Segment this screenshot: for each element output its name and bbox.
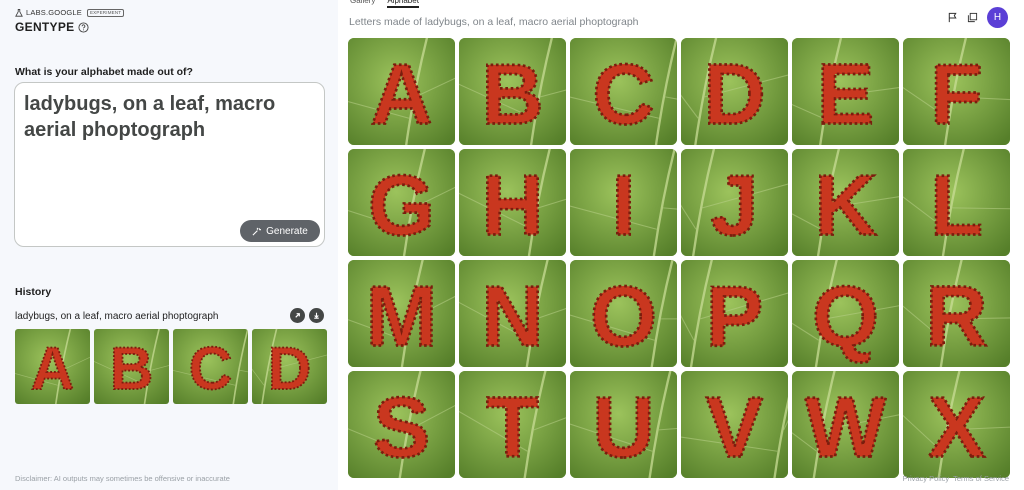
- app-title: GENTYPE: [15, 20, 124, 34]
- letter-tile-h[interactable]: H: [459, 149, 566, 256]
- letter-tile-m[interactable]: M: [348, 260, 455, 367]
- terms-link[interactable]: Terms of Service: [953, 474, 1009, 483]
- history-actions: [290, 308, 324, 323]
- experiment-badge: EXPERIMENT: [86, 8, 125, 17]
- letter-grid: ABCDEF GHIJKL MNOPQR STUVWX: [348, 38, 1010, 478]
- svg-text:A: A: [371, 48, 433, 143]
- labs-line[interactable]: LABS.GOOGLE EXPERIMENT: [15, 8, 125, 17]
- letter-tile-g[interactable]: G: [348, 149, 455, 256]
- labs-link[interactable]: LABS.GOOGLE: [26, 8, 82, 17]
- letter-tile-q[interactable]: Q: [792, 260, 899, 367]
- privacy-link[interactable]: Privacy Policy: [902, 474, 949, 483]
- svg-text:V: V: [706, 381, 763, 476]
- letter-tile-l[interactable]: L: [903, 149, 1010, 256]
- letter-tile-k[interactable]: K: [792, 149, 899, 256]
- letter-tile-j[interactable]: J: [681, 149, 788, 256]
- letter-tile-p[interactable]: P: [681, 260, 788, 367]
- prompt-label: What is your alphabet made out of?: [15, 66, 193, 78]
- svg-text:M: M: [366, 270, 437, 365]
- svg-text:D: D: [704, 48, 766, 143]
- letter-tile-i[interactable]: I: [570, 149, 677, 256]
- sparkle-icon: [252, 227, 262, 235]
- svg-text:W: W: [805, 381, 886, 476]
- letter-tile-n[interactable]: N: [459, 260, 566, 367]
- history-thumb-b[interactable]: B: [94, 329, 169, 404]
- svg-text:F: F: [930, 48, 982, 143]
- svg-text:R: R: [926, 270, 988, 365]
- svg-text:X: X: [928, 381, 985, 476]
- copy-icon[interactable]: [967, 12, 978, 23]
- svg-text:C: C: [189, 335, 232, 402]
- download-icon: [314, 312, 319, 319]
- app-title-text: GENTYPE: [15, 20, 75, 34]
- generate-label: Generate: [266, 225, 308, 237]
- history-thumb-a[interactable]: A: [15, 329, 90, 404]
- avatar[interactable]: H: [987, 7, 1008, 28]
- svg-text:H: H: [482, 159, 544, 254]
- svg-text:B: B: [482, 48, 544, 143]
- svg-text:J: J: [711, 159, 759, 254]
- svg-text:N: N: [482, 270, 544, 365]
- prompt-input[interactable]: ladybugs, on a leaf, macro aerial phopto…: [14, 82, 325, 247]
- letter-tile-t[interactable]: T: [459, 371, 566, 478]
- footer-links: Privacy Policy Terms of Service: [902, 474, 1009, 483]
- sidebar: LABS.GOOGLE EXPERIMENT GENTYPE What is y…: [0, 0, 338, 490]
- tab-alphabet[interactable]: Alphabet: [387, 0, 419, 8]
- help-circle-icon[interactable]: [78, 21, 89, 33]
- svg-text:D: D: [268, 335, 311, 402]
- letter-tile-a[interactable]: A: [348, 38, 455, 145]
- svg-text:I: I: [612, 159, 636, 254]
- svg-text:Q: Q: [812, 270, 879, 365]
- flag-icon[interactable]: [947, 12, 958, 23]
- svg-text:A: A: [31, 335, 74, 402]
- svg-text:T: T: [486, 381, 538, 476]
- brand: LABS.GOOGLE EXPERIMENT GENTYPE: [15, 8, 125, 34]
- svg-text:U: U: [593, 381, 655, 476]
- top-actions: H: [947, 7, 1008, 28]
- letter-tile-s[interactable]: S: [348, 371, 455, 478]
- svg-text:E: E: [817, 48, 874, 143]
- letter-tile-u[interactable]: U: [570, 371, 677, 478]
- letter-tile-x[interactable]: X: [903, 371, 1010, 478]
- download-history-button[interactable]: [309, 308, 324, 323]
- generate-button[interactable]: Generate: [240, 220, 320, 242]
- svg-text:P: P: [706, 270, 763, 365]
- history-thumb-c[interactable]: C: [173, 329, 248, 404]
- svg-text:C: C: [593, 48, 655, 143]
- svg-text:K: K: [815, 159, 877, 254]
- letter-tile-c[interactable]: C: [570, 38, 677, 145]
- open-history-button[interactable]: [290, 308, 305, 323]
- history-thumbnails: ABCD: [15, 329, 327, 404]
- letter-tile-b[interactable]: B: [459, 38, 566, 145]
- letter-tile-w[interactable]: W: [792, 371, 899, 478]
- history-thumb-d[interactable]: D: [252, 329, 327, 404]
- arrow-up-right-icon: [295, 313, 300, 318]
- svg-text:G: G: [368, 159, 435, 254]
- letter-tile-o[interactable]: O: [570, 260, 677, 367]
- svg-text:L: L: [930, 159, 982, 254]
- alphabet-subtitle: Letters made of ladybugs, on a leaf, mac…: [349, 16, 639, 28]
- history-entry-prompt[interactable]: ladybugs, on a leaf, macro aerial phopto…: [15, 311, 218, 322]
- view-tabs: Gallery Alphabet: [350, 0, 419, 8]
- disclaimer: Disclaimer: AI outputs may sometimes be …: [15, 474, 230, 483]
- svg-text:S: S: [373, 381, 430, 476]
- letter-tile-d[interactable]: D: [681, 38, 788, 145]
- history-title: History: [15, 286, 52, 298]
- letter-tile-r[interactable]: R: [903, 260, 1010, 367]
- letter-tile-e[interactable]: E: [792, 38, 899, 145]
- flask-icon: [15, 8, 23, 17]
- letter-tile-f[interactable]: F: [903, 38, 1010, 145]
- svg-text:B: B: [110, 335, 153, 402]
- prompt-text[interactable]: ladybugs, on a leaf, macro aerial phopto…: [24, 91, 319, 143]
- svg-text:O: O: [590, 270, 657, 365]
- tab-gallery[interactable]: Gallery: [350, 0, 375, 8]
- letter-tile-v[interactable]: V: [681, 371, 788, 478]
